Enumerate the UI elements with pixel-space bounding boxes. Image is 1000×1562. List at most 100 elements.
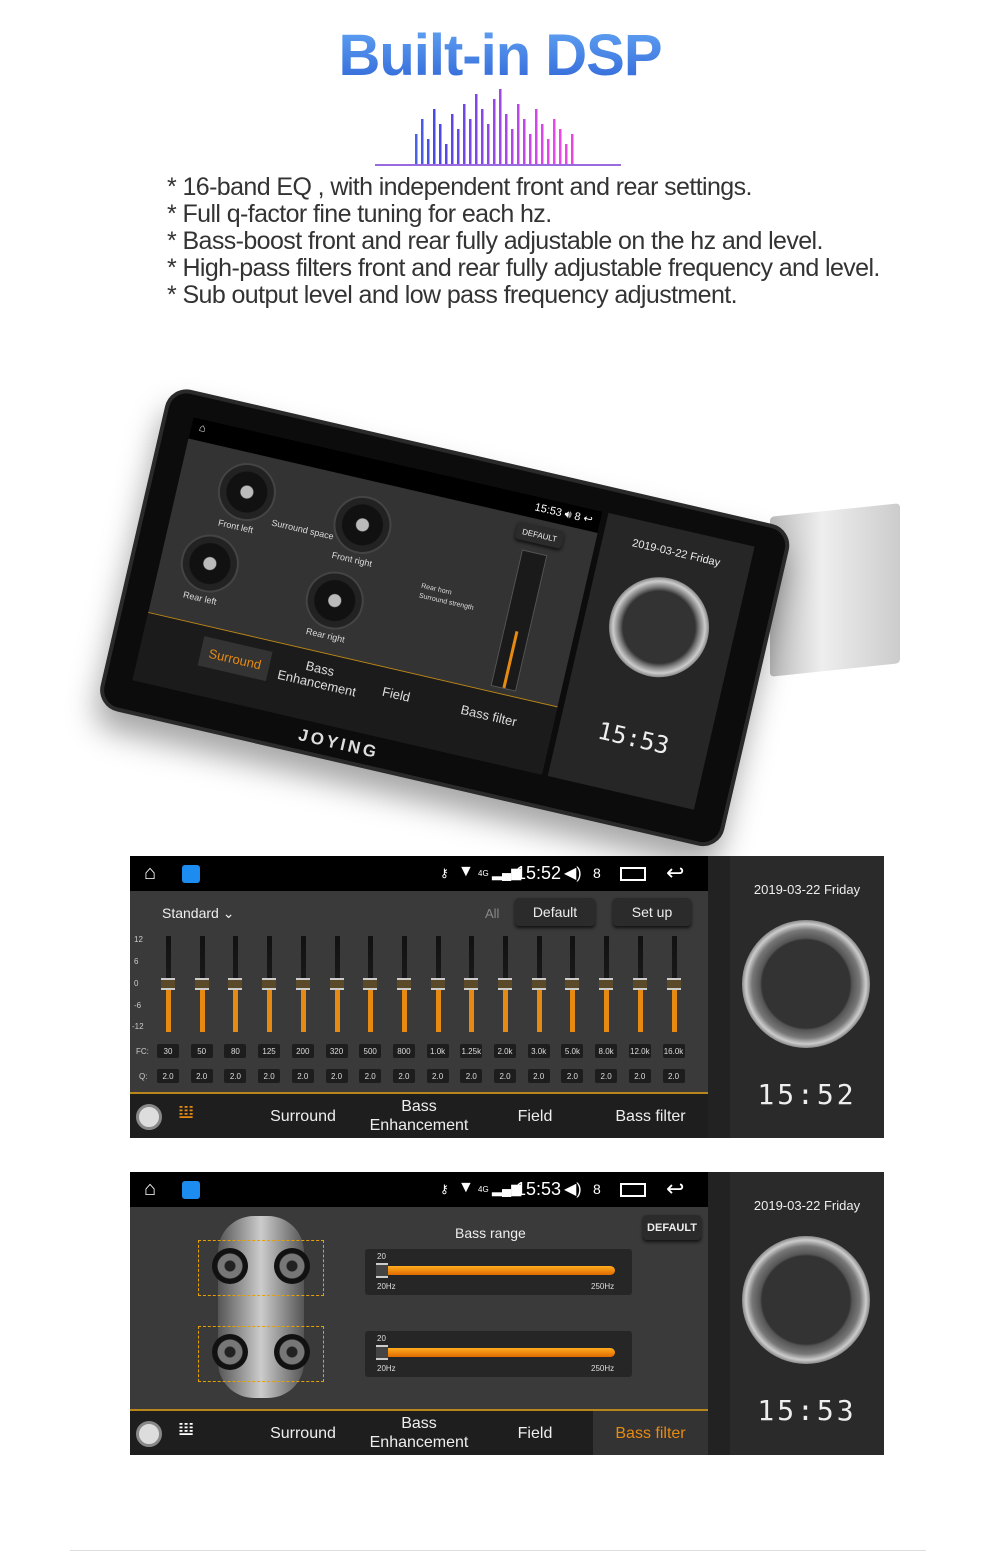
eq-slider-handle[interactable] bbox=[498, 978, 512, 990]
fc-value[interactable]: 3.0k bbox=[527, 1044, 550, 1058]
bass-range-slider[interactable]: 20 20Hz 250Hz bbox=[365, 1249, 632, 1295]
power-toggle[interactable] bbox=[136, 1421, 162, 1447]
eq-slider-handle[interactable] bbox=[599, 978, 614, 990]
q-value[interactable]: 2.0 bbox=[291, 1069, 314, 1083]
volume-icon[interactable]: ◀) bbox=[564, 1179, 582, 1199]
eq-slider-handle[interactable] bbox=[666, 978, 681, 990]
nav-surround[interactable]: Surround bbox=[245, 1411, 361, 1455]
q-value[interactable]: 2.0 bbox=[662, 1069, 685, 1083]
analog-clock bbox=[742, 920, 870, 1048]
eq-slider-handle[interactable] bbox=[295, 978, 310, 990]
q-value[interactable]: 2.0 bbox=[460, 1069, 483, 1083]
fc-value[interactable]: 125 bbox=[258, 1044, 281, 1058]
eq-slider-handle[interactable] bbox=[632, 978, 647, 990]
slider-handle[interactable] bbox=[376, 1263, 388, 1278]
fc-value[interactable]: 80 bbox=[224, 1044, 247, 1058]
nav-bass-enhancement[interactable]: Bass Enhancement bbox=[361, 1094, 477, 1138]
nav-bass-filter[interactable]: Bass filter bbox=[593, 1411, 708, 1455]
gauge-rear-left[interactable] bbox=[175, 528, 245, 599]
back-icon[interactable]: ↩ bbox=[666, 1176, 684, 1202]
q-value[interactable]: 2.0 bbox=[392, 1069, 415, 1083]
spectrum-bar bbox=[505, 114, 508, 164]
equalizer-icon[interactable]: 𝍔 bbox=[178, 1419, 194, 1440]
eq-slider-handle[interactable] bbox=[363, 978, 378, 990]
home-icon[interactable]: ⌂ bbox=[144, 1178, 156, 1201]
eq-slider-handle[interactable] bbox=[194, 978, 209, 990]
eq-slider-handle[interactable] bbox=[565, 978, 580, 990]
eq-slider-handle[interactable] bbox=[262, 978, 277, 990]
q-value[interactable]: 2.0 bbox=[628, 1069, 651, 1083]
q-value[interactable]: 2.0 bbox=[258, 1069, 281, 1083]
gauge-front-right[interactable] bbox=[327, 490, 398, 560]
nav-bass-enhancement[interactable]: Bass Enhancement bbox=[276, 652, 361, 700]
nav-field[interactable]: Field bbox=[477, 1094, 593, 1138]
fc-value[interactable]: 1.25k bbox=[460, 1044, 483, 1058]
eq-slider-handle[interactable] bbox=[329, 978, 344, 990]
q-value[interactable]: 2.0 bbox=[325, 1069, 348, 1083]
q-value[interactable]: 2.0 bbox=[359, 1069, 382, 1083]
nav-field[interactable]: Field bbox=[477, 1411, 593, 1455]
q-value[interactable]: 2.0 bbox=[494, 1069, 516, 1083]
eq-slider-fill bbox=[166, 984, 171, 1032]
nav-bass-enhancement[interactable]: Bass Enhancement bbox=[361, 1411, 477, 1455]
equalizer-icon[interactable]: 𝍔 bbox=[178, 1102, 194, 1123]
all-toggle[interactable]: All bbox=[485, 906, 499, 921]
q-value[interactable]: 2.0 bbox=[190, 1069, 213, 1083]
spectrum-bar bbox=[487, 124, 490, 164]
setup-button[interactable]: Set up bbox=[613, 898, 691, 926]
fc-value[interactable]: 200 bbox=[291, 1044, 314, 1058]
fc-value[interactable]: 2.0k bbox=[494, 1044, 516, 1058]
q-value[interactable]: 2.0 bbox=[224, 1069, 247, 1083]
q-value[interactable]: 2.0 bbox=[561, 1069, 584, 1083]
bass-range-slider[interactable]: 20 20Hz 250Hz bbox=[365, 1331, 632, 1377]
app-icon[interactable] bbox=[182, 865, 200, 883]
slider-handle[interactable] bbox=[376, 1345, 388, 1360]
fc-value[interactable]: 30 bbox=[157, 1044, 179, 1058]
eq-slider-handle[interactable] bbox=[396, 978, 411, 990]
q-value[interactable]: 2.0 bbox=[595, 1069, 618, 1083]
nav-surround[interactable]: Surround bbox=[245, 1094, 361, 1138]
bottom-nav: 𝍔 Surround Bass Enhancement Field Bass f… bbox=[130, 1409, 708, 1455]
fc-value[interactable]: 12.0k bbox=[628, 1044, 651, 1058]
default-button[interactable]: Default bbox=[515, 898, 595, 926]
home-icon[interactable]: ⌂ bbox=[198, 422, 207, 435]
fc-value[interactable]: 50 bbox=[190, 1044, 213, 1058]
back-icon[interactable]: ↩ bbox=[582, 513, 594, 527]
eq-slider-handle[interactable] bbox=[464, 978, 479, 990]
fc-value[interactable]: 8.0k bbox=[595, 1044, 618, 1058]
fc-value[interactable]: 500 bbox=[359, 1044, 382, 1058]
surround-strength-slider[interactable] bbox=[490, 549, 548, 692]
recent-apps-icon[interactable] bbox=[620, 1183, 646, 1197]
fc-value[interactable]: 800 bbox=[392, 1044, 415, 1058]
home-icon[interactable]: ⌂ bbox=[144, 862, 156, 885]
eq-slider-handle[interactable] bbox=[430, 978, 445, 990]
volume-icon[interactable]: 🔊︎ bbox=[563, 508, 572, 521]
back-icon[interactable]: ↩ bbox=[666, 860, 684, 886]
fc-value[interactable]: 16.0k bbox=[662, 1044, 685, 1058]
eq-slider-handle[interactable] bbox=[228, 978, 243, 990]
digital-clock: 15:53 bbox=[595, 716, 672, 761]
default-button[interactable]: DEFAULT bbox=[514, 520, 566, 550]
spectrum-graphic bbox=[375, 89, 621, 166]
q-value[interactable]: 2.0 bbox=[157, 1069, 179, 1083]
power-toggle[interactable] bbox=[136, 1104, 162, 1130]
recent-apps-icon[interactable] bbox=[620, 867, 646, 881]
fc-value[interactable]: 320 bbox=[325, 1044, 348, 1058]
nav-bass-filter[interactable]: Bass filter bbox=[443, 698, 534, 733]
nav-field[interactable]: Field bbox=[365, 680, 427, 708]
gauge-rear-right[interactable] bbox=[299, 565, 370, 636]
fc-value[interactable]: 5.0k bbox=[561, 1044, 584, 1058]
app-icon[interactable] bbox=[182, 1181, 200, 1199]
network-type: 4G bbox=[478, 1185, 489, 1194]
default-button[interactable]: DEFAULT bbox=[643, 1215, 701, 1240]
q-value[interactable]: 2.0 bbox=[426, 1069, 449, 1083]
nav-bass-filter[interactable]: Bass filter bbox=[593, 1094, 708, 1138]
volume-icon[interactable]: ◀) bbox=[564, 863, 582, 883]
eq-slider-handle[interactable] bbox=[531, 978, 546, 990]
fc-value[interactable]: 1.0k bbox=[426, 1044, 449, 1058]
gauge-front-left[interactable] bbox=[212, 457, 282, 527]
eq-slider-handle[interactable] bbox=[161, 978, 175, 990]
q-value[interactable]: 2.0 bbox=[527, 1069, 550, 1083]
preset-dropdown[interactable]: Standard ⌄ bbox=[162, 905, 234, 922]
nav-surround[interactable]: Surround bbox=[197, 636, 273, 682]
